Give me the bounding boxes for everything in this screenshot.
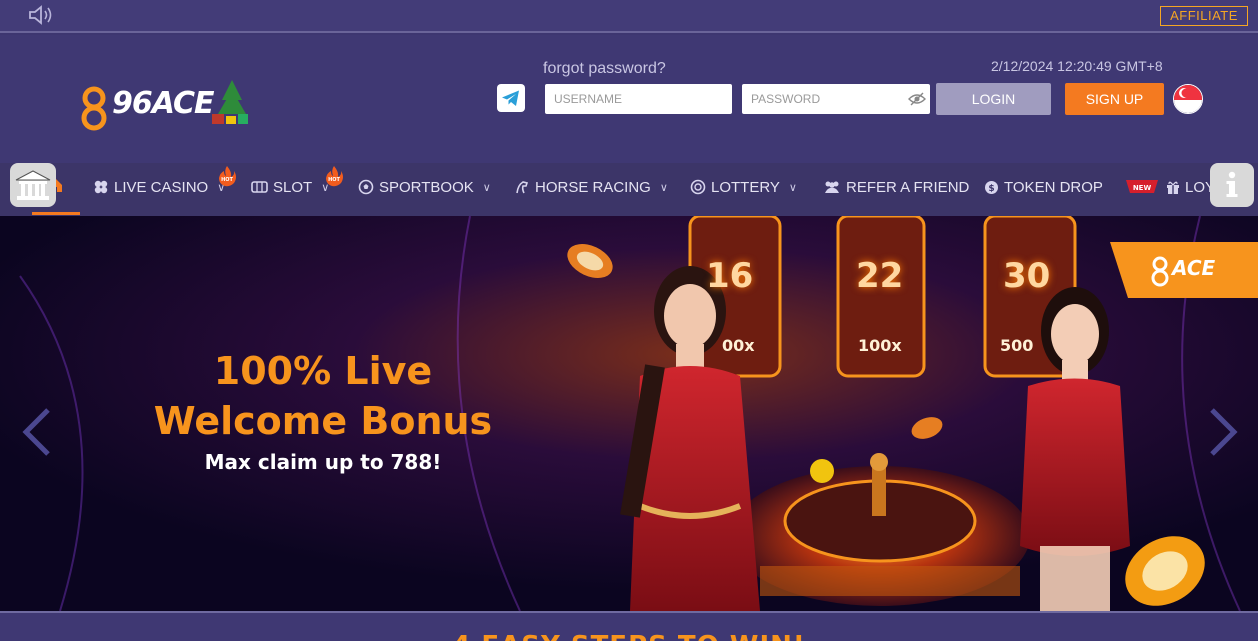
chevron-down-icon: ∨ bbox=[482, 181, 491, 194]
bank-button[interactable] bbox=[10, 163, 56, 207]
headline-line2: Welcome Bonus bbox=[153, 399, 493, 443]
telegram-icon[interactable] bbox=[497, 84, 525, 112]
clover-icon bbox=[94, 180, 108, 194]
gift-icon bbox=[1167, 181, 1179, 194]
nav-loyalty[interactable]: LOY bbox=[1166, 177, 1215, 197]
promo-banner[interactable]: 16 22 30 00x 100x 500 ACE 100% Live Welc… bbox=[0, 216, 1258, 611]
home-active-indicator bbox=[32, 212, 80, 215]
nav-sportbook[interactable]: SPORTBOOK ∨ bbox=[358, 177, 491, 197]
nav-horse-racing[interactable]: HORSE RACING ∨ bbox=[514, 177, 668, 197]
nav-lottery-label: LOTTERY bbox=[711, 178, 780, 196]
coin-icon: $ bbox=[985, 180, 998, 194]
new-badge-icon: NEW bbox=[1126, 180, 1158, 193]
svg-text:HOT: HOT bbox=[328, 177, 340, 183]
top-bar: AFFILIATE bbox=[0, 0, 1258, 33]
nav-lottery[interactable]: LOTTERY ∨ bbox=[690, 177, 797, 197]
multiplier-label: 00x bbox=[722, 336, 755, 355]
bank-icon bbox=[15, 170, 51, 200]
nav-refer-a-friend[interactable]: REFER A FRIEND bbox=[823, 177, 969, 197]
headline-line1: 100% Live bbox=[213, 349, 433, 393]
nav-sportbook-label: SPORTBOOK bbox=[379, 178, 474, 196]
nav-horse-racing-label: HORSE RACING bbox=[535, 178, 651, 196]
lottery-icon bbox=[690, 179, 706, 195]
banner-brand-logo: ACE bbox=[1110, 242, 1258, 298]
nav-slot[interactable]: SLOT ∨ bbox=[251, 177, 329, 197]
slot-icon bbox=[251, 181, 268, 193]
banner-headline: 100% Live Welcome Bonus bbox=[108, 346, 538, 446]
singapore-flag-icon[interactable] bbox=[1173, 84, 1203, 114]
multiplier-label: 500 bbox=[1000, 336, 1034, 355]
site-logo[interactable]: 96ACE bbox=[66, 68, 252, 140]
nav-slot-label: SLOT bbox=[273, 178, 313, 196]
nav-live-casino[interactable]: LIVE CASINO ∨ bbox=[93, 177, 225, 197]
chevron-left-icon[interactable] bbox=[18, 406, 54, 458]
nav-refer-a-friend-label: REFER A FRIEND bbox=[846, 178, 970, 196]
logo-text: 96ACE bbox=[112, 86, 215, 121]
banner-subline: Max claim up to 788! bbox=[204, 450, 442, 474]
forgot-password-link[interactable]: forgot password? bbox=[543, 60, 666, 78]
people-icon bbox=[825, 181, 839, 193]
roulette-number: 16 bbox=[706, 256, 754, 296]
hot-badge-icon: HOT bbox=[326, 166, 343, 187]
chevron-right-icon[interactable] bbox=[1206, 406, 1242, 458]
password-input[interactable] bbox=[742, 84, 930, 114]
signup-button[interactable]: SIGN UP bbox=[1065, 83, 1164, 115]
login-button[interactable]: LOGIN bbox=[936, 83, 1051, 115]
svg-text:NEW: NEW bbox=[1133, 184, 1152, 192]
horse-icon bbox=[516, 181, 529, 194]
nav-live-casino-label: LIVE CASINO bbox=[114, 178, 209, 196]
nav-token-drop-label: TOKEN DROP bbox=[1004, 178, 1103, 196]
eye-hidden-icon[interactable] bbox=[908, 92, 926, 106]
hot-badge-icon: HOT bbox=[219, 166, 236, 187]
soccer-ball-icon bbox=[358, 179, 374, 195]
username-input[interactable] bbox=[545, 84, 732, 114]
multiplier-label: 100x bbox=[858, 336, 902, 355]
steps-title: 4 EASY STEPS TO WIN! bbox=[0, 631, 1258, 641]
roulette-number: 22 bbox=[856, 256, 904, 296]
banner-logo-text: ACE bbox=[1172, 256, 1216, 280]
info-button[interactable] bbox=[1210, 163, 1254, 207]
svg-text:$: $ bbox=[988, 184, 994, 194]
chevron-down-icon: ∨ bbox=[659, 181, 668, 194]
steps-section: 4 EASY STEPS TO WIN! bbox=[0, 611, 1258, 641]
roulette-number: 30 bbox=[1003, 256, 1051, 296]
speaker-icon[interactable] bbox=[27, 4, 55, 26]
main-nav: LIVE CASINO ∨ HOT SLOT ∨ HOT SPORTBOOK ∨… bbox=[0, 163, 1258, 216]
svg-text:HOT: HOT bbox=[221, 177, 233, 183]
header: 96ACE forgot password? 2/12/2024 12:20:4… bbox=[0, 35, 1258, 163]
nav-token-drop[interactable]: $ TOKEN DROP bbox=[984, 177, 1103, 197]
info-icon bbox=[1226, 171, 1238, 197]
datetime-display: 2/12/2024 12:20:49 GMT+8 bbox=[991, 58, 1163, 74]
affiliate-button[interactable]: AFFILIATE bbox=[1160, 6, 1248, 26]
chevron-down-icon: ∨ bbox=[788, 181, 797, 194]
